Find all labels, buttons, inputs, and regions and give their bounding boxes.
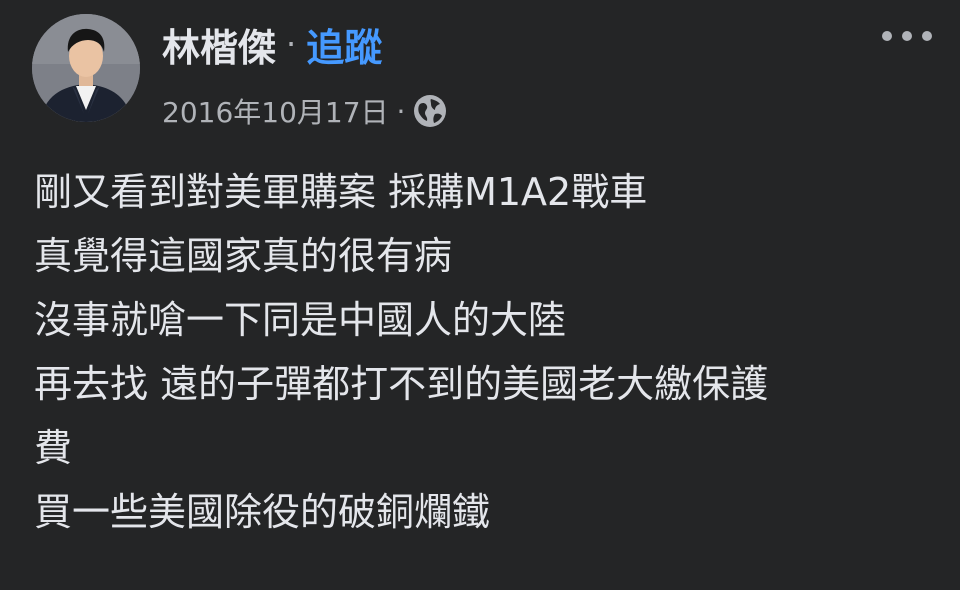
author-separator: · bbox=[286, 25, 297, 63]
post-text-line: 真覺得這國家真的很有病 bbox=[34, 234, 453, 278]
author-name[interactable]: 林楷傑 bbox=[162, 17, 276, 72]
post-text-line: 費 bbox=[34, 426, 73, 470]
post-text-line: 再去找 遠的子彈都打不到的美國老大繳保護 bbox=[34, 362, 769, 406]
meta-separator: · bbox=[396, 94, 406, 128]
post-text-line: 買一些美國除役的破銅爛鐵 bbox=[34, 490, 491, 534]
more-options-icon[interactable] bbox=[882, 20, 932, 52]
post-date[interactable]: 2016年10月17日 bbox=[162, 91, 389, 131]
post-text-line: 沒事就嗆一下同是中國人的大陸 bbox=[34, 298, 567, 342]
post-meta: 2016年10月17日 · bbox=[162, 86, 447, 136]
author-avatar[interactable] bbox=[32, 14, 140, 122]
avatar-image bbox=[32, 14, 140, 122]
follow-button[interactable]: 追蹤 bbox=[306, 17, 382, 72]
author-line: 林楷傑 · 追蹤 bbox=[162, 18, 382, 70]
globe-icon[interactable] bbox=[413, 94, 447, 128]
post-text: 剛又看到對美軍購案 採購M1A2戰車 真覺得這國家真的很有病 沒事就嗆一下同是中… bbox=[34, 160, 934, 544]
post-card: 林楷傑 · 追蹤 2016年10月17日 · 剛又看到對美軍購案 採購M1A2戰… bbox=[0, 0, 960, 590]
post-text-line: 剛又看到對美軍購案 採購M1A2戰車 bbox=[34, 170, 648, 214]
